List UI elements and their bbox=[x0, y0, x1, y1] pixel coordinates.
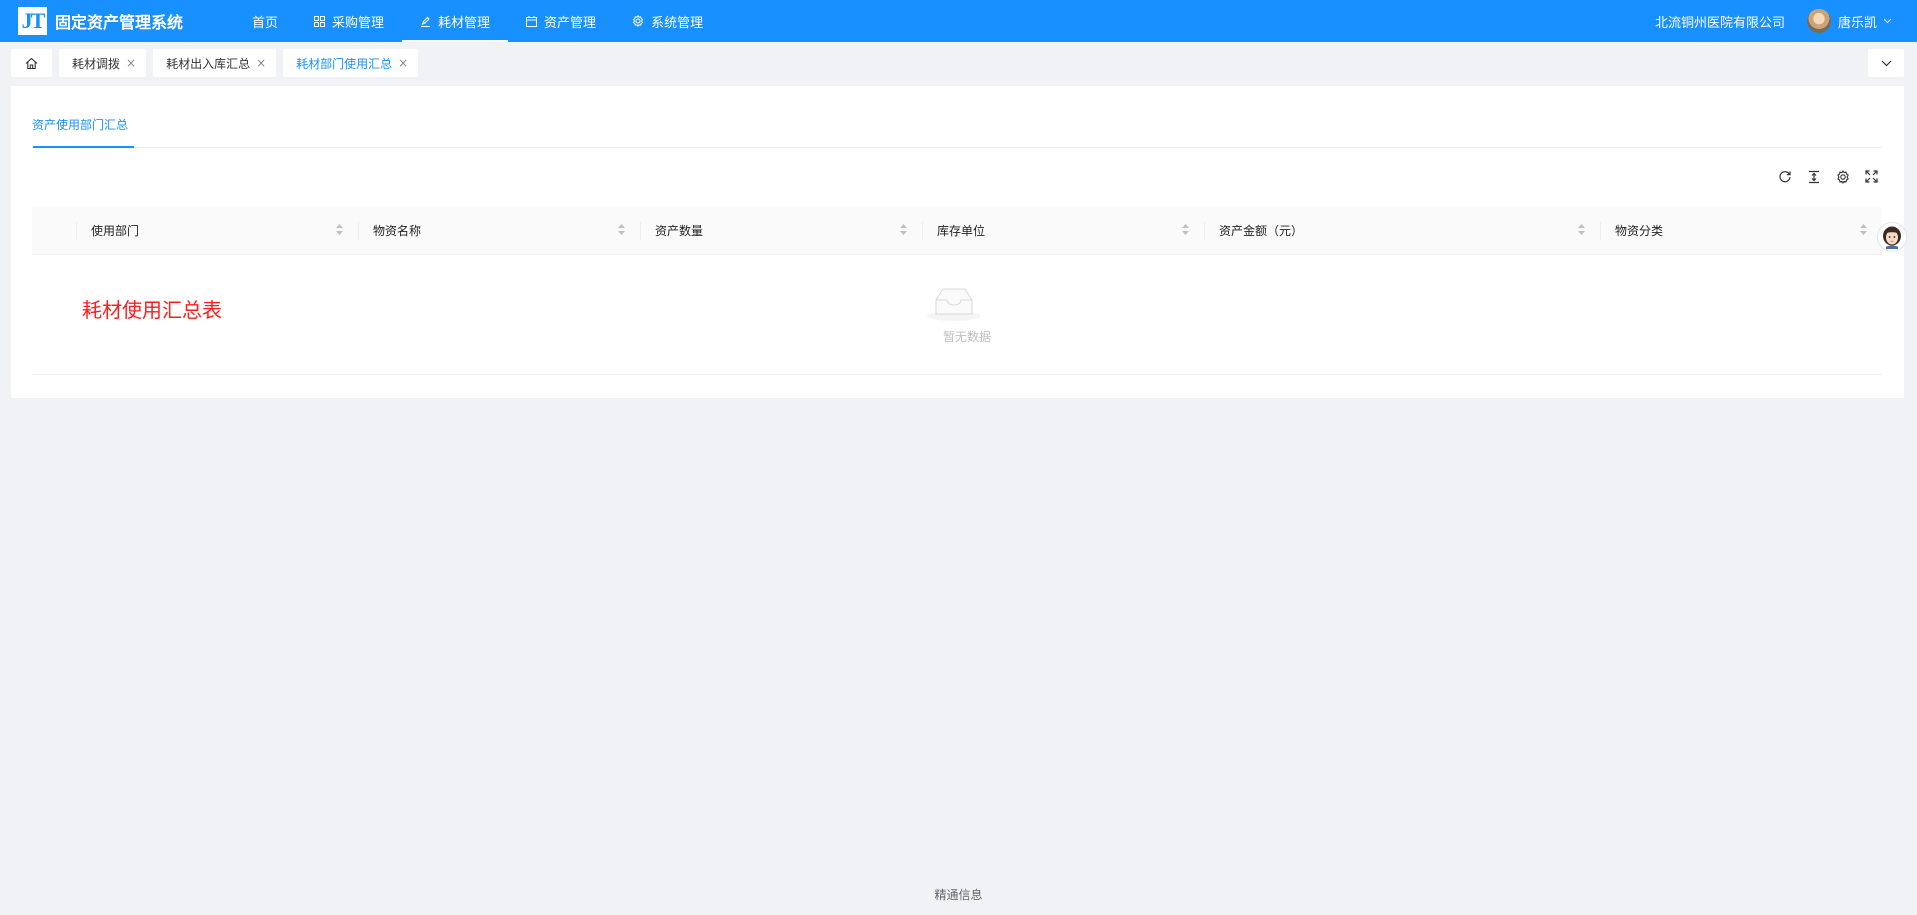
nav-purchase[interactable]: 采购管理 bbox=[296, 0, 402, 42]
header-right: 北流铜州医院有限公司 唐乐凯 bbox=[1655, 9, 1892, 33]
table-toolbar bbox=[1770, 170, 1886, 184]
nav-assets[interactable]: 资产管理 bbox=[508, 0, 614, 42]
column-header-material-category[interactable]: 物资分类 bbox=[1600, 207, 1882, 254]
report-title-note: 耗材使用汇总表 bbox=[82, 298, 222, 322]
column-header-asset-quantity[interactable]: 资产数量 bbox=[640, 207, 922, 254]
column-header-label: 物资名称 bbox=[373, 224, 422, 238]
column-header-label: 资产数量 bbox=[655, 224, 704, 238]
tab-label: 耗材部门使用汇总 bbox=[296, 56, 393, 71]
edit-icon bbox=[421, 16, 431, 27]
column-header-department[interactable]: 使用部门 bbox=[76, 207, 358, 254]
column-header-label: 库存单位 bbox=[937, 224, 986, 238]
tabs-divider bbox=[33, 147, 1882, 148]
nav-consumables-label: 耗材管理 bbox=[438, 15, 491, 31]
column-header-asset-amount[interactable]: 资产金额（元） bbox=[1204, 207, 1600, 254]
column-header-label: 物资分类 bbox=[1615, 224, 1664, 238]
sort-icon[interactable] bbox=[1182, 224, 1189, 235]
column-height-icon bbox=[1808, 170, 1819, 184]
empty-inbox-icon bbox=[927, 288, 981, 321]
tabs-more-button[interactable] bbox=[1868, 49, 1904, 77]
home-icon bbox=[25, 57, 38, 69]
nav-system[interactable]: 系统管理 bbox=[614, 0, 721, 42]
refresh-button[interactable] bbox=[1770, 170, 1799, 184]
table-header-leading bbox=[32, 207, 76, 254]
table-header: 使用部门 物资名称 资产数量 库存单位 资产金额（元） 物资分类 bbox=[32, 207, 1882, 255]
fullscreen-button[interactable] bbox=[1857, 170, 1886, 184]
nav-assets-label: 资产管理 bbox=[544, 15, 597, 31]
tab-dept-usage-summary[interactable]: 耗材部门使用汇总 × bbox=[283, 49, 419, 77]
gear-icon bbox=[632, 15, 644, 27]
apps-icon bbox=[314, 15, 326, 27]
column-header-material-name[interactable]: 物资名称 bbox=[358, 207, 640, 254]
company-name: 北流铜州医院有限公司 bbox=[1654, 15, 1785, 31]
refresh-icon bbox=[1778, 171, 1791, 183]
assistant-avatar[interactable] bbox=[1877, 222, 1907, 252]
nav-home-label: 首页 bbox=[252, 15, 279, 31]
footer-text: 精通信息 bbox=[934, 888, 983, 902]
calendar-icon bbox=[526, 15, 538, 27]
sort-icon[interactable] bbox=[618, 224, 625, 235]
fullscreen-icon bbox=[1865, 170, 1878, 183]
tab-label: 耗材调拨 bbox=[72, 56, 121, 71]
tab-dept-asset-summary[interactable]: 资产使用部门汇总 bbox=[32, 116, 128, 133]
logo-mark: JT bbox=[18, 7, 47, 35]
sort-icon[interactable] bbox=[1578, 224, 1585, 235]
close-icon[interactable]: × bbox=[126, 56, 136, 70]
chevron-down-icon[interactable] bbox=[1883, 18, 1892, 24]
nav-purchase-label: 采购管理 bbox=[332, 15, 385, 31]
column-header-label: 使用部门 bbox=[91, 224, 140, 238]
sort-icon[interactable] bbox=[900, 224, 907, 235]
top-bar: JT 固定资产管理系统 首页 采购管理 耗材管理 资产管理 系统管理 北流铜州医… bbox=[0, 0, 1917, 42]
main-nav: 首页 采购管理 耗材管理 资产管理 系统管理 bbox=[234, 0, 721, 42]
assistant-face-icon bbox=[1883, 226, 1901, 249]
table-bottom-border bbox=[32, 374, 1882, 375]
logo[interactable]: JT 固定资产管理系统 bbox=[18, 7, 223, 35]
close-icon[interactable]: × bbox=[398, 56, 408, 70]
column-header-stock-unit[interactable]: 库存单位 bbox=[922, 207, 1204, 254]
active-tab-indicator bbox=[33, 146, 134, 148]
density-button[interactable] bbox=[1799, 170, 1828, 184]
sort-icon[interactable] bbox=[1860, 224, 1867, 235]
tab-home[interactable] bbox=[11, 49, 52, 77]
content-card: 资产使用部门汇总 使用部门 物资名称 资产数量 库存单位 资产金额（元） 物资分… bbox=[11, 86, 1904, 398]
page-tabs: 耗材调拨 × 耗材出入库汇总 × 耗材部门使用汇总 × bbox=[11, 49, 425, 77]
empty-state-text: 暂无数据 bbox=[943, 330, 992, 344]
setting-icon bbox=[1836, 170, 1849, 184]
close-icon[interactable]: × bbox=[256, 56, 266, 70]
chevron-down-icon bbox=[1881, 60, 1891, 66]
nav-consumables[interactable]: 耗材管理 bbox=[402, 0, 509, 42]
user-avatar[interactable] bbox=[1806, 9, 1831, 33]
tab-consumable-transfer[interactable]: 耗材调拨 × bbox=[59, 49, 147, 77]
app-title: 固定资产管理系统 bbox=[55, 13, 184, 32]
nav-system-label: 系统管理 bbox=[651, 15, 704, 31]
tab-stock-summary[interactable]: 耗材出入库汇总 × bbox=[153, 49, 277, 77]
column-settings-button[interactable] bbox=[1828, 170, 1857, 184]
nav-home[interactable]: 首页 bbox=[234, 0, 296, 42]
column-header-label: 资产金额（元） bbox=[1219, 224, 1304, 238]
sort-icon[interactable] bbox=[336, 224, 343, 235]
tab-label: 耗材出入库汇总 bbox=[166, 56, 251, 71]
user-name[interactable]: 唐乐凯 bbox=[1838, 12, 1877, 31]
